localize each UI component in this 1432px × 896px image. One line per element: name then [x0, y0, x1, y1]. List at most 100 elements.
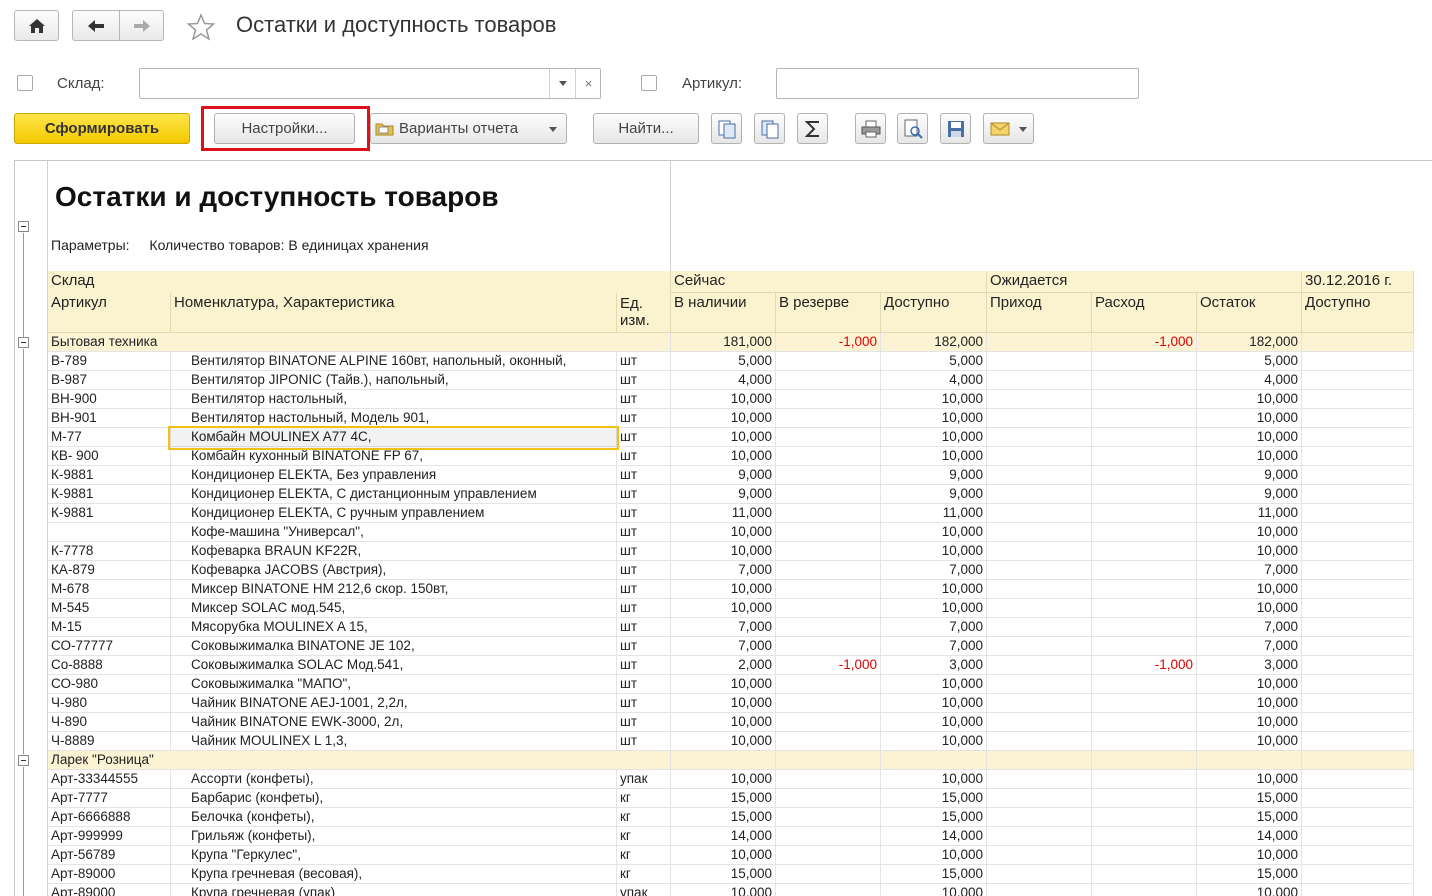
in-stock-cell: 10,000 — [671, 846, 776, 865]
send-email-button[interactable] — [983, 113, 1034, 144]
available2-cell — [1302, 542, 1414, 561]
article-checkbox[interactable] — [641, 75, 657, 91]
print-button[interactable] — [855, 113, 886, 144]
table-row[interactable]: Арт-999999 Грильяж (конфеты), кг 14,000 14,0… — [48, 827, 1414, 846]
table-row[interactable]: К-9881 Кондиционер ELEKTA, С дистанционны… — [48, 485, 1414, 504]
report-spreadsheet[interactable]: Остатки и доступность товаров Параметры:… — [14, 160, 1432, 896]
preview-button[interactable] — [897, 113, 928, 144]
unit-cell: шт — [617, 561, 671, 580]
settings-button[interactable]: Настройки... — [214, 113, 355, 144]
favorite-star-button[interactable] — [186, 12, 216, 42]
table-row[interactable]: К-7778 Кофеварка BRAUN KF22R, шт 10,000 10,0… — [48, 542, 1414, 561]
table-row[interactable]: Ч-890 Чайник BINATONE EWK-3000, 2л, шт 10,0… — [48, 713, 1414, 732]
generate-button[interactable]: Сформировать — [14, 113, 190, 144]
table-row[interactable]: Арт-89000 Крупа гречневая (весовая), кг 15,… — [48, 865, 1414, 884]
table-row[interactable]: М-15 Мясорубка MOULINEX A 15, шт 7,000 7,000… — [48, 618, 1414, 637]
find-button[interactable]: Найти... — [593, 113, 699, 144]
balance-cell: 7,000 — [1197, 637, 1302, 656]
table-row[interactable]: К-9881 Кондиционер ELEKTA, Без управления… — [48, 466, 1414, 485]
reserved-cell — [776, 618, 881, 637]
in-stock-cell: 7,000 — [671, 618, 776, 637]
available2-cell — [1302, 466, 1414, 485]
income-cell — [987, 428, 1092, 447]
name-cell: Кофе-машина "Универсал", — [171, 523, 617, 542]
header-expected: Ожидается — [987, 271, 1302, 293]
expense-cell — [1092, 390, 1197, 409]
income-cell — [987, 789, 1092, 808]
group-row[interactable]: Бытовая техника 181,000 -1,000 182,000 -1,00… — [48, 333, 1414, 352]
reserved-cell — [776, 352, 881, 371]
table-row[interactable]: Арт-6666888 Белочка (конфеты), кг 15,000 15,… — [48, 808, 1414, 827]
name-cell: Миксер BINATONE HM 212,6 скор. 150вт, — [171, 580, 617, 599]
reserved-cell — [776, 827, 881, 846]
table-row[interactable]: Ч-8889 Чайник MOULINEX L 1,3, шт 10,000 10,0… — [48, 732, 1414, 751]
group-row[interactable]: Ларек "Розница" — [48, 751, 1414, 770]
report-variants-button[interactable]: Варианты отчета — [370, 113, 567, 144]
warehouse-clear-button[interactable]: × — [575, 69, 601, 98]
arrow-left-icon — [88, 19, 104, 32]
reserved-cell — [776, 390, 881, 409]
in-stock-cell: 10,000 — [671, 409, 776, 428]
article-cell: КВ- 900 — [48, 447, 171, 466]
table-row[interactable]: М-678 Миксер BINATONE HM 212,6 скор. 150в… — [48, 580, 1414, 599]
available-cell: 15,000 — [881, 865, 987, 884]
table-row[interactable]: Арт-7777 Барбарис (конфеты), кг 15,000 15,00… — [48, 789, 1414, 808]
collapse-header-toggle[interactable] — [18, 221, 29, 232]
balance-cell: 9,000 — [1197, 485, 1302, 504]
table-row[interactable]: Кофе-машина "Универсал", шт 10,000 10,000 10… — [48, 523, 1414, 542]
table-row[interactable]: Арт-33344555 Ассорти (конфеты), упак 10,000… — [48, 770, 1414, 789]
in-stock-cell: 10,000 — [671, 580, 776, 599]
table-row[interactable]: М-545 Миксер SOLAC мод.545, шт 10,000 10,000… — [48, 599, 1414, 618]
available2-cell — [1302, 523, 1414, 542]
reserved-cell — [776, 637, 881, 656]
paste-report-button[interactable] — [754, 113, 785, 144]
available-cell: 4,000 — [881, 371, 987, 390]
in-stock-cell: 10,000 — [671, 390, 776, 409]
table-row[interactable]: В-987 Вентилятор JIPONIC (Тайв.), напольн… — [48, 371, 1414, 390]
income-cell — [987, 523, 1092, 542]
reserved-cell — [776, 789, 881, 808]
in-stock-cell: 10,000 — [671, 770, 776, 789]
home-button[interactable] — [14, 10, 59, 41]
warehouse-dropdown-button[interactable] — [549, 69, 575, 98]
outline-line — [23, 767, 24, 896]
warehouse-field[interactable]: × — [139, 68, 601, 99]
available2-cell — [1302, 580, 1414, 599]
outline-gutter — [15, 161, 48, 896]
table-row[interactable]: Ч-980 Чайник BINATONE AEJ-1001, 2,2л, шт 10… — [48, 694, 1414, 713]
table-row[interactable]: Арт-56789 Крупа "Геркулес", кг 10,000 10,000… — [48, 846, 1414, 865]
available-cell: 7,000 — [881, 618, 987, 637]
balance-cell: 10,000 — [1197, 770, 1302, 789]
unit-cell: шт — [617, 694, 671, 713]
table-row[interactable]: В-789 Вентилятор BINATONE ALPINE 160вт, н… — [48, 352, 1414, 371]
expense-cell — [1092, 827, 1197, 846]
reserved-cell — [776, 675, 881, 694]
warehouse-checkbox[interactable] — [17, 75, 33, 91]
sum-button[interactable] — [797, 113, 828, 144]
forward-button[interactable] — [119, 10, 164, 41]
header-unit: Ед. изм. — [617, 293, 671, 333]
table-row[interactable]: СО-980 Соковыжималка "МАПО", шт 10,000 10,00… — [48, 675, 1414, 694]
unit-cell: шт — [617, 447, 671, 466]
article-cell: М-545 — [48, 599, 171, 618]
table-row[interactable]: КА-879 Кофеварка JACOBS (Австрия), шт 7,000… — [48, 561, 1414, 580]
available2-cell — [1302, 827, 1414, 846]
article-field[interactable] — [776, 68, 1139, 99]
collapse-group-toggle[interactable] — [18, 337, 29, 348]
save-button[interactable] — [940, 113, 971, 144]
available-cell: 10,000 — [881, 409, 987, 428]
table-row[interactable]: Со-8888 Соковыжималка SOLAC Мод.541, шт 2,0… — [48, 656, 1414, 675]
table-row[interactable]: СО-77777 Соковыжималка BINATONE JE 102, шт… — [48, 637, 1414, 656]
table-row[interactable]: Арт-89000 Крупа гречневая (упак) упак 10,00… — [48, 884, 1414, 896]
article-cell: К-9881 — [48, 485, 171, 504]
table-row[interactable]: К-9881 Кондиционер ELEKTA, С ручным управ… — [48, 504, 1414, 523]
table-row[interactable]: ВН-900 Вентилятор настольный, шт 10,000 10,0… — [48, 390, 1414, 409]
collapse-group-toggle[interactable] — [18, 755, 29, 766]
unit-cell: кг — [617, 865, 671, 884]
name-cell: Кондиционер ELEKTA, С дистанционным упра… — [171, 485, 617, 504]
group-name: Ларек "Розница" — [48, 751, 671, 770]
back-button[interactable] — [72, 10, 120, 41]
expense-cell — [1092, 485, 1197, 504]
copy-report-button[interactable] — [711, 113, 742, 144]
income-cell — [987, 770, 1092, 789]
